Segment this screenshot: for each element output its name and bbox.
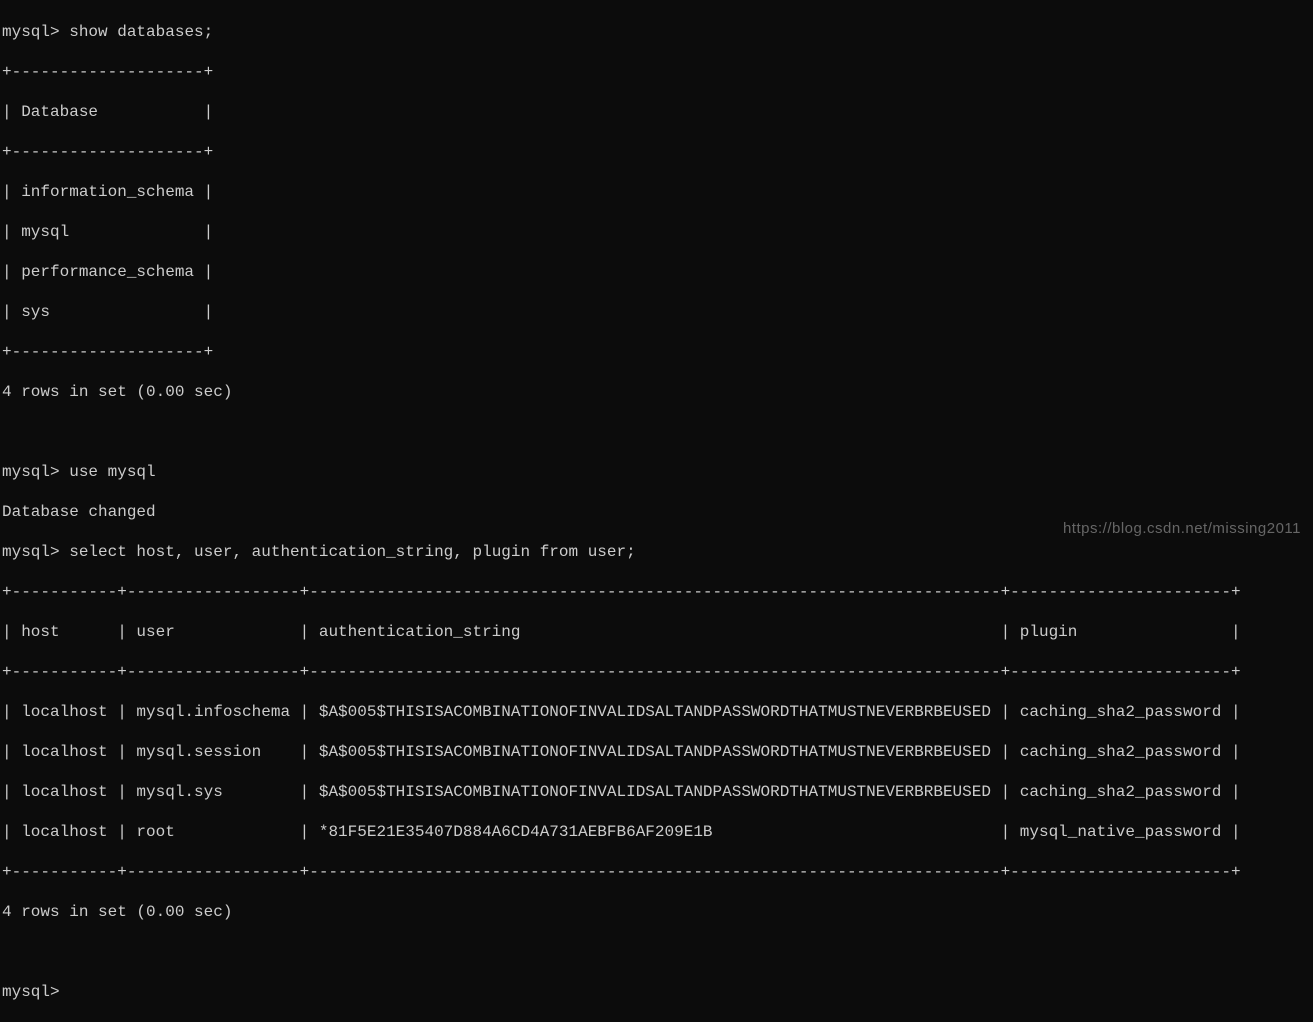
table-row: | information_schema | xyxy=(2,182,1311,202)
mysql-prompt: mysql> xyxy=(2,983,69,1001)
status-message: Database changed xyxy=(2,502,1311,522)
table-header: | Database | xyxy=(2,102,1311,122)
table-header: | host | user | authentication_string | … xyxy=(2,622,1311,642)
table-border: +-----------+------------------+--------… xyxy=(2,582,1311,602)
table-row: | sys | xyxy=(2,302,1311,322)
table-border: +--------------------+ xyxy=(2,142,1311,162)
table-row: | localhost | root | *81F5E21E35407D884A… xyxy=(2,822,1311,842)
result-summary: 4 rows in set (0.00 sec) xyxy=(2,902,1311,922)
command-text: show databases; xyxy=(69,23,213,41)
table-row: | localhost | mysql.sys | $A$005$THISISA… xyxy=(2,782,1311,802)
table-row: | performance_schema | xyxy=(2,262,1311,282)
terminal-output[interactable]: mysql> show databases; +----------------… xyxy=(2,2,1311,1022)
table-row: | mysql | xyxy=(2,222,1311,242)
blank-line xyxy=(2,942,1311,962)
mysql-prompt: mysql> xyxy=(2,23,69,41)
blank-line xyxy=(2,422,1311,442)
mysql-prompt: mysql> xyxy=(2,463,69,481)
watermark-text: https://blog.csdn.net/missing2011 xyxy=(1063,520,1301,539)
table-row: | localhost | mysql.session | $A$005$THI… xyxy=(2,742,1311,762)
command-text: use mysql xyxy=(69,463,155,481)
table-border: +-----------+------------------+--------… xyxy=(2,862,1311,882)
table-row: | localhost | mysql.infoschema | $A$005$… xyxy=(2,702,1311,722)
result-summary: 4 rows in set (0.00 sec) xyxy=(2,382,1311,402)
mysql-prompt: mysql> xyxy=(2,543,69,561)
table-border: +--------------------+ xyxy=(2,62,1311,82)
table-border: +--------------------+ xyxy=(2,342,1311,362)
command-text: select host, user, authentication_string… xyxy=(69,543,636,561)
table-border: +-----------+------------------+--------… xyxy=(2,662,1311,682)
